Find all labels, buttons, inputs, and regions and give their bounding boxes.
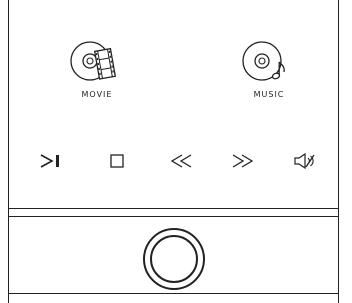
mute-button[interactable]	[289, 147, 321, 175]
movie-label: MOVIE	[81, 90, 113, 99]
frame-right-edge	[338, 0, 339, 303]
stop-button[interactable]	[101, 147, 133, 175]
frame-bottom-edge	[8, 293, 339, 294]
volume-knob-inner-ring	[150, 235, 198, 283]
rewind-icon	[170, 154, 192, 168]
fast-forward-icon	[232, 154, 254, 168]
next-track-icon	[40, 154, 59, 168]
rewind-button[interactable]	[166, 147, 198, 175]
panel-divider-lower	[8, 216, 339, 217]
movie-icon	[70, 41, 117, 81]
panel-divider	[8, 208, 339, 209]
music-button[interactable]: MUSIC	[232, 36, 306, 106]
music-icon	[242, 41, 285, 81]
stop-icon	[110, 154, 124, 168]
fast-forward-button[interactable]	[226, 147, 258, 175]
mute-icon	[294, 152, 315, 170]
volume-knob[interactable]	[143, 228, 205, 290]
frame-left-edge	[8, 0, 9, 303]
next-track-button[interactable]	[34, 147, 66, 175]
movie-button[interactable]: MOVIE	[60, 36, 134, 106]
device-panel: MOVIE MUSIC	[0, 0, 352, 303]
music-label: MUSIC	[253, 90, 285, 99]
